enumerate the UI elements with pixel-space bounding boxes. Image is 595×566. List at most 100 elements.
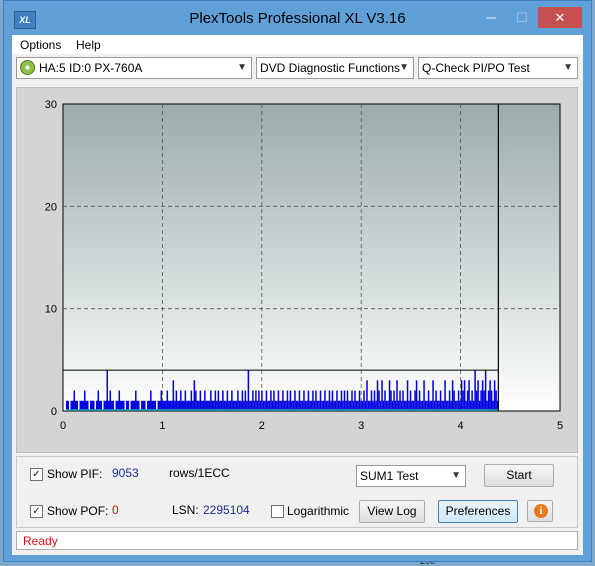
bar [255, 390, 257, 411]
bar [210, 390, 212, 411]
bar [273, 390, 275, 411]
x-tick-label: 5 [557, 420, 563, 432]
bar [378, 390, 380, 411]
bar [354, 390, 356, 411]
y-tick-label: 30 [45, 99, 57, 111]
chart-panel: 0 1 2 3 4 5 0 10 20 30 [16, 87, 578, 453]
menu-options[interactable]: Options [20, 38, 61, 52]
close-button[interactable]: ✕ [538, 7, 582, 28]
bar [471, 390, 473, 411]
title-bar[interactable]: XL PlexTools Professional XL V3.16 ─ ☐ ✕ [4, 1, 591, 35]
bar [366, 380, 368, 411]
bar [373, 390, 376, 411]
bar [277, 390, 280, 411]
status-text: Ready [23, 534, 58, 548]
start-button[interactable]: Start [484, 464, 554, 487]
pif-value: 9053 [112, 466, 139, 480]
bar [199, 390, 202, 411]
info-button[interactable]: i [527, 500, 553, 522]
bar [204, 390, 206, 411]
bar [358, 390, 361, 411]
bar [217, 390, 220, 411]
function-select[interactable]: DVD Diagnostic Functions ▼ [256, 57, 414, 79]
sum-test-select[interactable]: SUM1 Test ▼ [356, 465, 466, 487]
bar [282, 390, 284, 411]
chevron-down-icon: ▼ [237, 62, 247, 73]
menu-help[interactable]: Help [76, 38, 101, 52]
status-bar: Ready [16, 531, 578, 550]
bar [435, 390, 437, 411]
bar [448, 390, 451, 411]
bar [265, 390, 268, 411]
bar [477, 380, 479, 411]
bar [324, 390, 326, 411]
view-log-button[interactable]: View Log [359, 500, 425, 523]
bar [193, 380, 196, 411]
logarithmic-label: Logarithmic [287, 504, 350, 518]
logarithmic-checkbox[interactable] [271, 505, 284, 518]
bar [184, 390, 187, 411]
show-pof-checkbox[interactable]: ✓ [30, 505, 43, 518]
maximize-button[interactable]: ☐ [507, 7, 537, 28]
bar [252, 390, 254, 411]
preferences-button[interactable]: Preferences [438, 500, 518, 523]
bar [390, 390, 392, 411]
bar [180, 390, 182, 411]
bar [118, 390, 121, 411]
bar [396, 380, 398, 411]
bar [480, 390, 482, 411]
bar [241, 390, 244, 411]
drive-select[interactable]: HA:5 ID:0 PX-760A ▼ [16, 57, 252, 79]
show-pif-label: Show PIF: [47, 467, 103, 481]
function-select-value: DVD Diagnostic Functions [260, 61, 401, 75]
bar [83, 390, 86, 411]
bar [315, 390, 317, 411]
bar [270, 390, 272, 411]
show-pif-checkbox[interactable]: ✓ [30, 468, 43, 481]
bar [453, 390, 455, 411]
bar [466, 390, 469, 411]
bar [340, 390, 343, 411]
bar [468, 380, 470, 411]
bar [495, 390, 497, 411]
menu-bar: Options Help [12, 35, 583, 54]
bar [376, 380, 379, 411]
bar [289, 390, 292, 411]
test-select[interactable]: Q-Check PI/PO Test ▼ [418, 57, 578, 79]
lsn-value: 2295104 [203, 503, 250, 517]
chevron-down-icon: ▼ [451, 470, 461, 481]
bar [214, 390, 217, 411]
bar [460, 380, 463, 411]
bar [493, 380, 496, 411]
x-tick-label: 4 [458, 420, 464, 432]
bar [172, 380, 175, 411]
bar [247, 370, 250, 411]
bar [393, 390, 395, 411]
bar [483, 390, 485, 411]
bar [481, 380, 484, 411]
bar [423, 380, 425, 411]
bar [402, 390, 404, 411]
plot-area [62, 103, 561, 412]
bar [384, 390, 386, 411]
bar [303, 390, 305, 411]
bar [160, 390, 163, 411]
disc-icon [20, 60, 35, 75]
bar [381, 380, 383, 411]
bar [298, 390, 301, 411]
bar [175, 390, 178, 411]
info-icon: i [534, 504, 548, 518]
bar [294, 390, 296, 411]
bar [231, 390, 233, 411]
pif-unit: rows/1ECC [169, 466, 230, 480]
bar [439, 390, 442, 411]
minimize-button[interactable]: ─ [476, 7, 506, 28]
bar [432, 380, 434, 411]
bar [261, 390, 263, 411]
bar [343, 390, 346, 411]
y-tick-label: 10 [45, 304, 57, 316]
bar [73, 390, 75, 411]
bar [406, 380, 409, 411]
results-panel: ✓ Show PIF: 9053 rows/1ECC SUM1 Test ▼ S… [16, 456, 578, 528]
bar [414, 390, 416, 411]
